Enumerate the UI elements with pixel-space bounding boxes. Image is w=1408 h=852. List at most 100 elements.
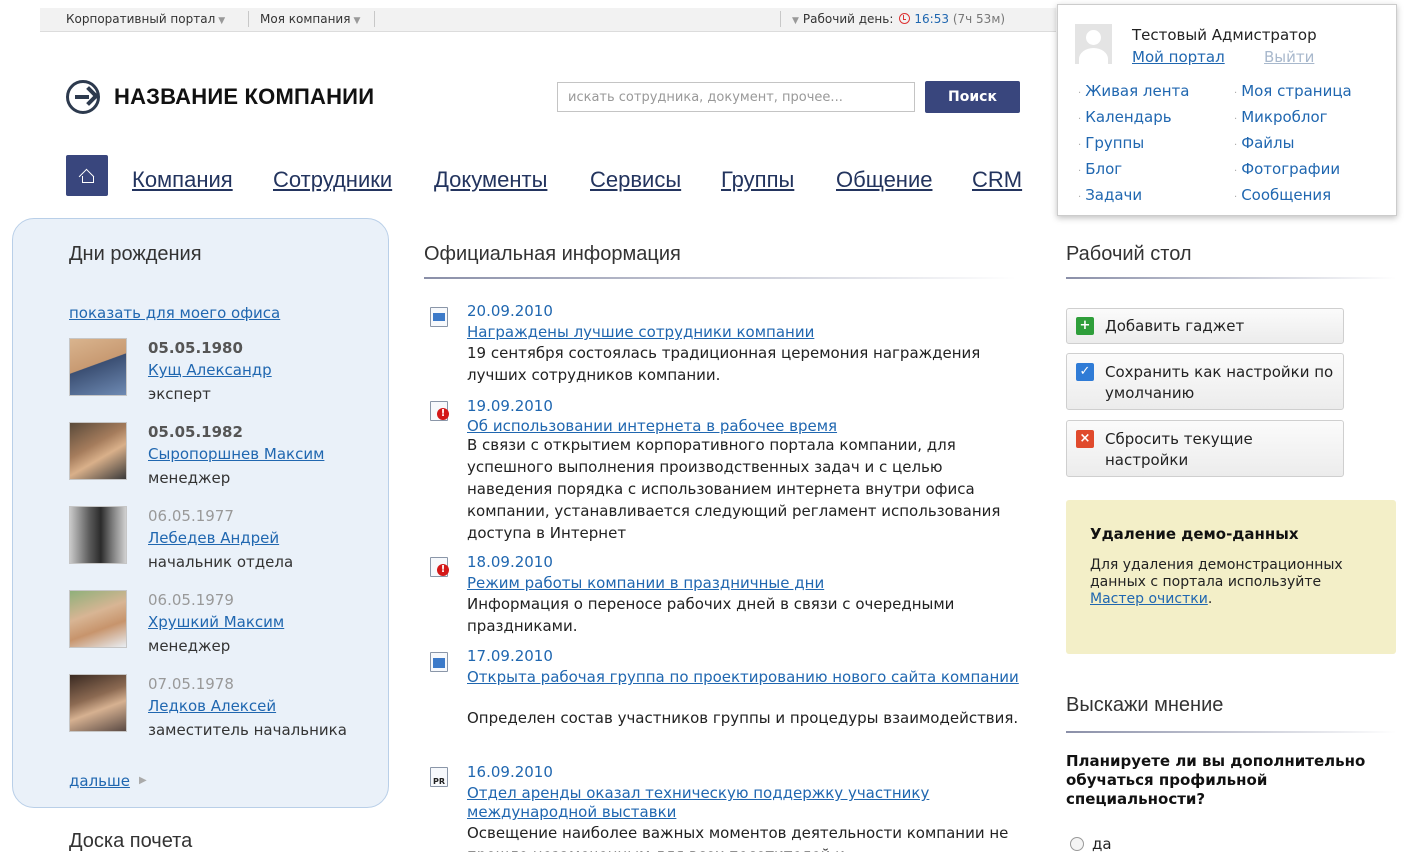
bullet-icon: · [1078, 140, 1082, 151]
reset-settings-label: Сбросить текущие настройки [1105, 430, 1253, 469]
link-photos[interactable]: · Фотографии [1234, 160, 1340, 178]
portal-menu-label: Корпоративный портал [66, 12, 216, 26]
news-date: 16.09.2010 [467, 763, 553, 781]
link-live-feed[interactable]: · Живая лента [1078, 82, 1189, 100]
link-calendar[interactable]: · Календарь [1078, 108, 1172, 126]
news-page-icon [430, 652, 448, 672]
link-microblog[interactable]: · Микроблог [1234, 108, 1328, 126]
search-button[interactable]: Поиск [925, 81, 1020, 113]
workday-widget[interactable]: ▼ Рабочий день: 16:53 (7ч 53м) [792, 12, 1005, 26]
bullet-icon: · [1234, 140, 1238, 151]
news-title-link[interactable]: Отдел аренды оказал техническую поддержк… [467, 784, 1027, 822]
save-default-label: Сохранить как настройки по умолчанию [1105, 363, 1334, 402]
link-label: Файлы [1241, 134, 1295, 152]
person-name-link[interactable]: Кущ Александр [148, 361, 272, 379]
my-portal-link[interactable]: Мой портал [1132, 48, 1225, 66]
news-title-link[interactable]: Награждены лучшие сотрудники компании [467, 323, 1027, 342]
user-panel: Тестовый Адмистратор Мой портал Выйти · Ж… [1057, 4, 1397, 216]
person-name-link[interactable]: Хрушкий Максим [148, 613, 284, 631]
bullet-icon: · [1078, 192, 1082, 203]
bullet-icon: · [1078, 166, 1082, 177]
person-photo[interactable] [69, 422, 127, 480]
close-icon: × [1076, 430, 1094, 448]
exclamation-icon: ! [437, 408, 449, 420]
nav-company[interactable]: Компания [132, 167, 233, 193]
news-text: В связи с открытием корпоративного порта… [467, 436, 1001, 542]
bullet-icon: · [1078, 88, 1082, 99]
nav-communication[interactable]: Общение [836, 167, 932, 193]
company-logo[interactable]: НАЗВАНИЕ КОМПАНИИ [66, 80, 374, 114]
news-document-icon [430, 307, 448, 327]
nav-services[interactable]: Сервисы [590, 167, 681, 193]
person-role: менеджер [148, 469, 231, 487]
checkmark-icon: ✓ [1076, 363, 1094, 381]
poll-title: Выскажи мнение [1066, 694, 1224, 716]
person-role: начальник отдела [148, 553, 294, 571]
news-text: Информация о переносе рабочих дней в свя… [467, 595, 955, 635]
divider [1066, 277, 1396, 279]
person-name-link[interactable]: Сыропоршнев Максим [148, 445, 324, 463]
demo-description: Для удаления демонстрационных данных с п… [1090, 557, 1343, 590]
portal-menu[interactable]: Корпоративный портал ▼ [66, 12, 225, 26]
news-alert-icon: ! [430, 557, 449, 577]
link-files[interactable]: · Файлы [1234, 134, 1294, 152]
news-date: 18.09.2010 [467, 553, 553, 571]
arrow-right-circle-icon [66, 80, 100, 114]
link-label: Живая лента [1085, 82, 1190, 100]
company-menu-label: Моя компания [260, 12, 351, 26]
image-icon [433, 313, 445, 321]
nav-employees[interactable]: Сотрудники [273, 167, 392, 193]
nav-documents[interactable]: Документы [434, 167, 547, 193]
news-text: 19 сентября состоялась традиционная цере… [467, 344, 981, 384]
link-my-page[interactable]: · Моя страница [1234, 82, 1352, 100]
home-icon [80, 169, 94, 183]
person-birthdate: 06.05.1979 [148, 591, 234, 609]
top-bar: Корпоративный портал ▼ Моя компания ▼ ▼ Раб… [40, 8, 1056, 32]
person-photo[interactable] [69, 674, 127, 732]
link-groups[interactable]: · Группы [1078, 134, 1144, 152]
bullet-icon: · [1234, 114, 1238, 125]
search-input[interactable] [557, 82, 915, 112]
person-name-link[interactable]: Ледков Алексей [148, 697, 276, 715]
news-date: 19.09.2010 [467, 397, 553, 415]
news-title-link[interactable]: Режим работы компании в праздничные дни [467, 574, 1027, 593]
person-birthdate: 07.05.1978 [148, 675, 234, 693]
link-blog[interactable]: · Блог [1078, 160, 1122, 178]
person-role: заместитель начальника [148, 721, 347, 739]
save-default-button[interactable]: ✓ Сохранить как настройки по умолчанию [1066, 353, 1344, 410]
bullet-icon: · [1078, 114, 1082, 125]
demo-title: Удаление демо-данных [1090, 525, 1299, 543]
show-my-office-link[interactable]: показать для моего офиса [69, 304, 280, 322]
more-birthdays-link[interactable]: дальше [69, 772, 130, 790]
reset-settings-button[interactable]: × Сбросить текущие настройки [1066, 420, 1344, 477]
poll-radio-yes[interactable] [1070, 837, 1084, 851]
home-button[interactable] [66, 155, 108, 196]
company-menu[interactable]: Моя компания ▼ [260, 12, 360, 26]
nav-groups[interactable]: Группы [721, 167, 794, 193]
news-text: Определен состав участников группы и про… [467, 709, 1019, 727]
add-gadget-button[interactable]: + Добавить гаджет [1066, 308, 1344, 344]
logout-link[interactable]: Выйти [1264, 48, 1314, 66]
exclamation-icon: ! [437, 564, 449, 576]
plus-icon: + [1076, 317, 1094, 335]
pr-label-icon: PR [433, 777, 446, 786]
link-label: Фотографии [1241, 160, 1341, 178]
avatar[interactable] [1075, 24, 1112, 64]
news-title-link[interactable]: Открыта рабочая группа по проектированию… [467, 668, 1027, 687]
workday-duration: (7ч 53м) [952, 12, 1006, 26]
demo-data-notice: Удаление демо-данных Для удаления демонс… [1066, 500, 1396, 654]
person-photo[interactable] [69, 338, 127, 396]
person-name-link[interactable]: Лебедев Андрей [148, 529, 279, 547]
link-label: Микроблог [1241, 108, 1328, 126]
birthdays-title: Дни рождения [69, 243, 202, 265]
nav-crm[interactable]: CRM [972, 167, 1022, 193]
link-messages[interactable]: · Сообщения [1234, 186, 1331, 204]
link-tasks[interactable]: · Задачи [1078, 186, 1142, 204]
desktop-title: Рабочий стол [1066, 243, 1192, 265]
person-birthdate: 05.05.1980 [148, 339, 243, 357]
person-photo[interactable] [69, 506, 127, 564]
chevron-down-icon: ▼ [353, 16, 361, 26]
person-photo[interactable] [69, 590, 127, 648]
cleanup-wizard-link[interactable]: Мастер очистки [1090, 591, 1208, 607]
poll-option-label[interactable]: да [1092, 835, 1112, 852]
